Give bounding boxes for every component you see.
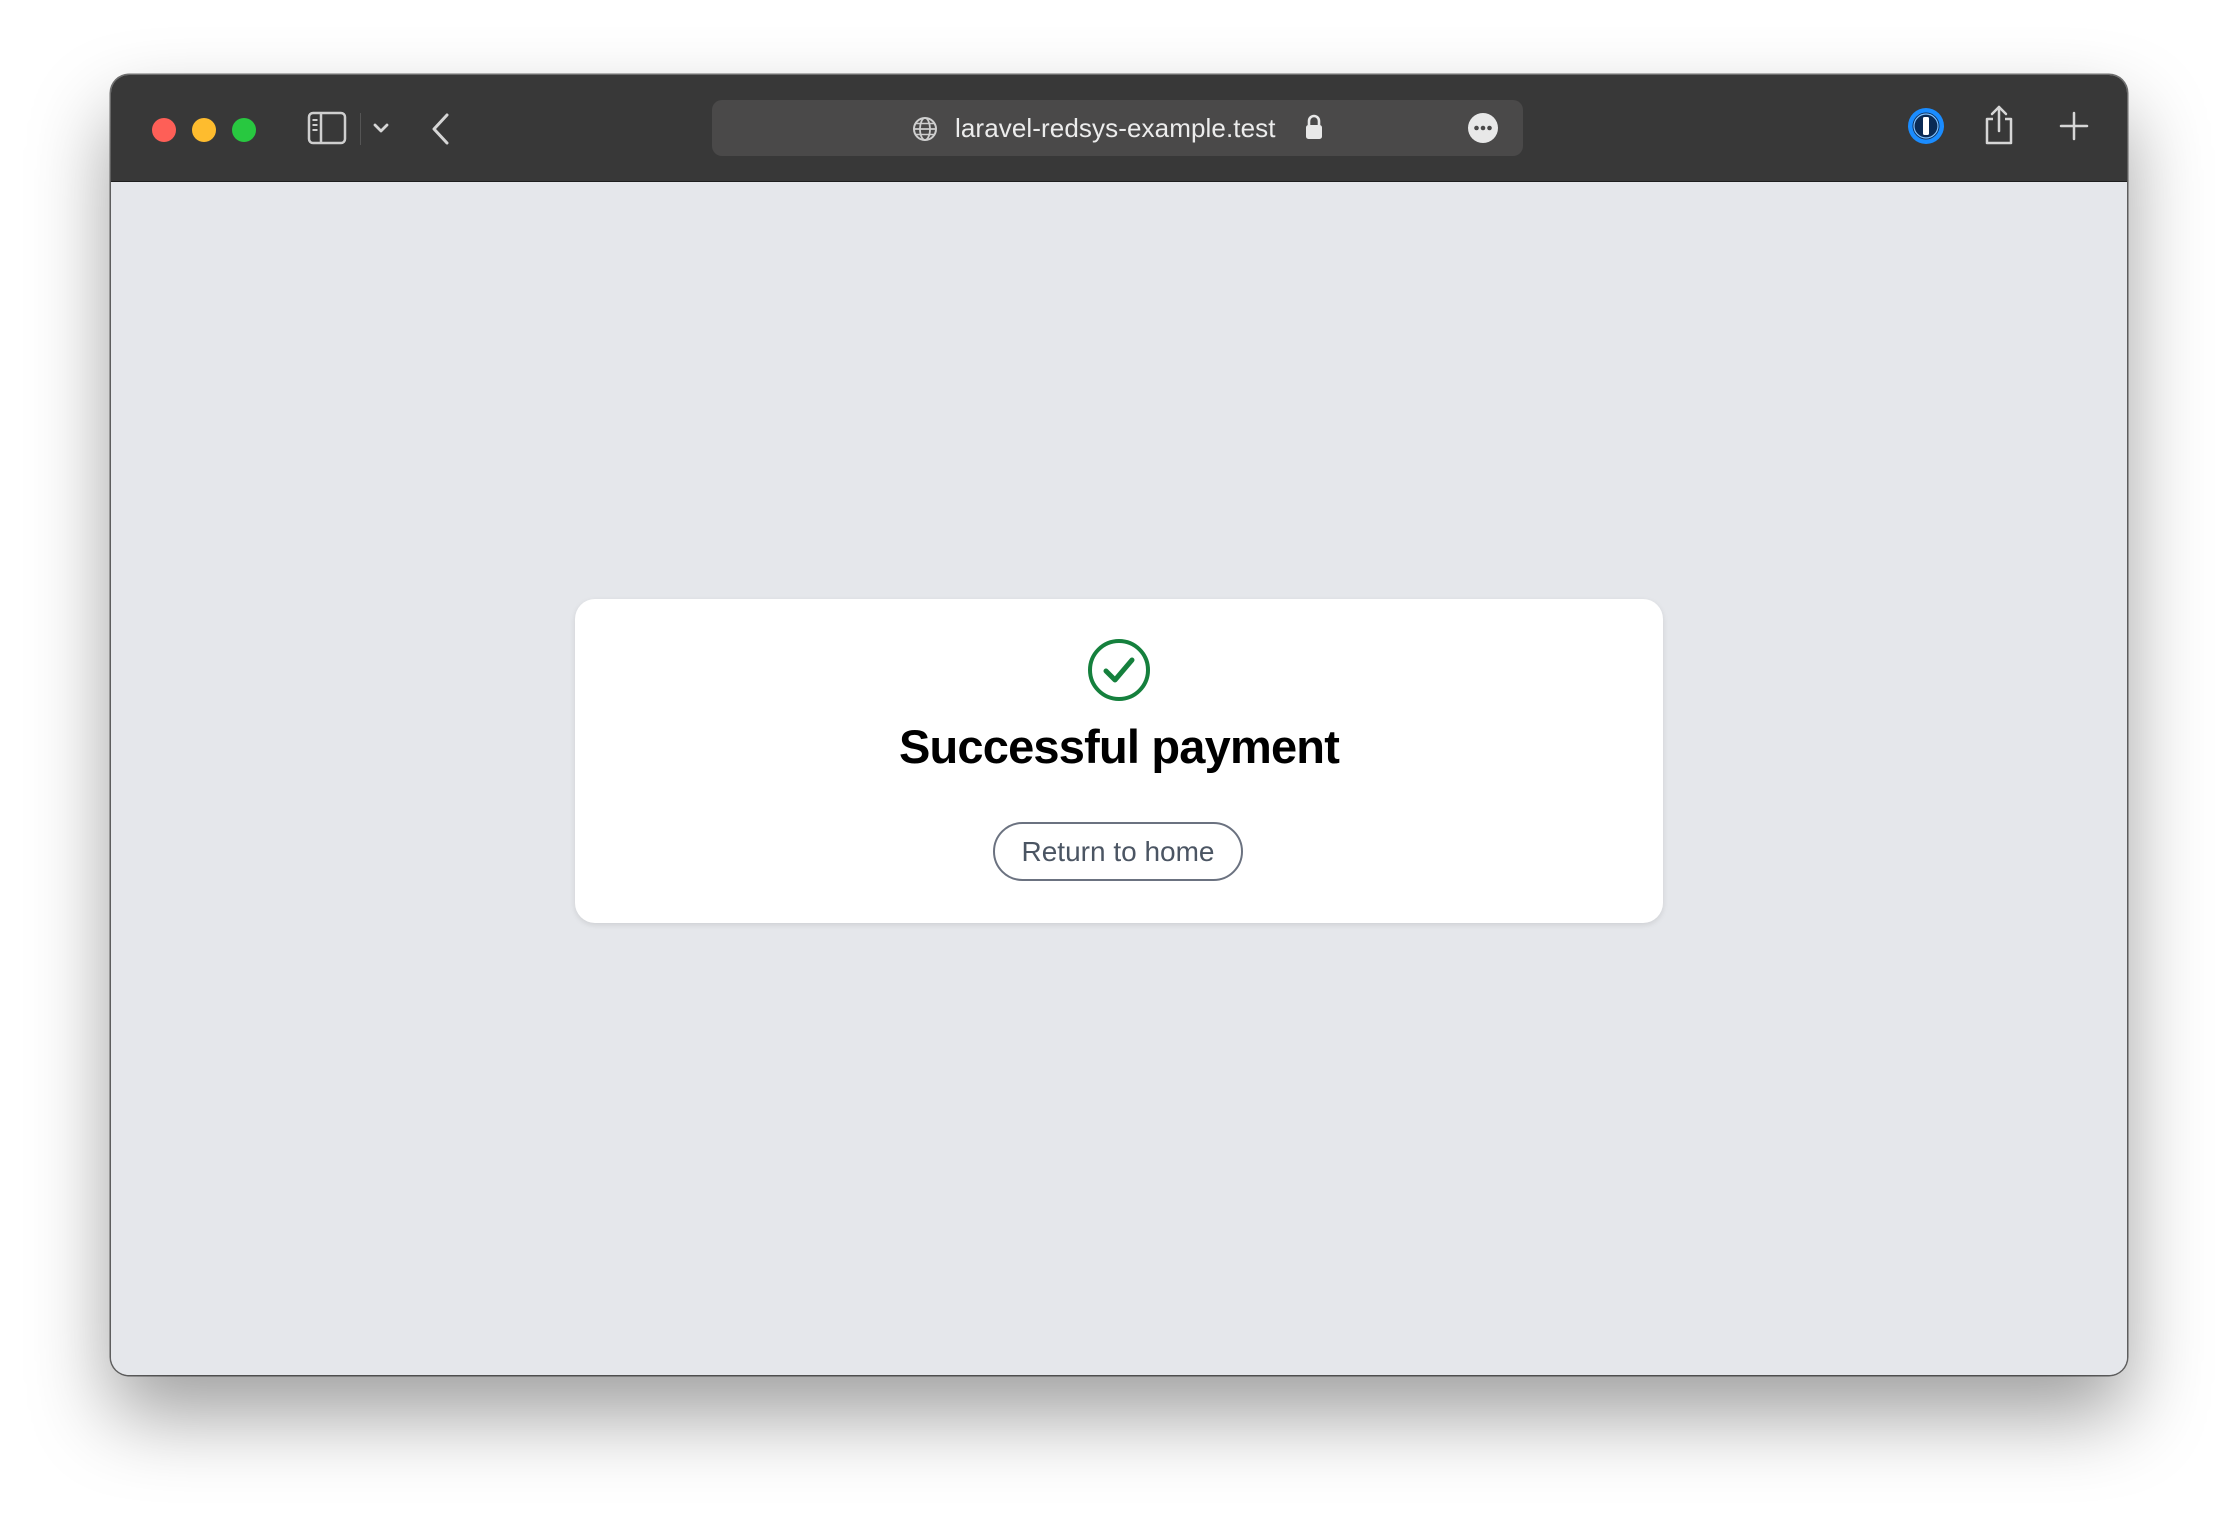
1password-icon[interactable]: [1906, 106, 1946, 146]
address-bar[interactable]: laravel-redsys-example.test: [712, 100, 1523, 156]
more-icon[interactable]: [1467, 112, 1499, 144]
back-arrow-icon[interactable]: [426, 109, 456, 149]
toolbar-separator: [360, 113, 361, 145]
return-home-button[interactable]: Return to home: [993, 822, 1243, 881]
browser-window: laravel-redsys-example.test Successful p…: [111, 75, 2127, 1375]
sidebar-icon[interactable]: [307, 111, 347, 145]
lock-icon: [1304, 113, 1324, 141]
browser-toolbar: laravel-redsys-example.test: [111, 75, 2127, 182]
maximize-window-button[interactable]: [232, 118, 256, 142]
payment-result-card: Successful payment Return to home: [575, 599, 1663, 923]
chevron-down-icon[interactable]: [368, 115, 394, 141]
close-window-button[interactable]: [152, 118, 176, 142]
page-title: Successful payment: [898, 720, 1340, 773]
minimize-window-button[interactable]: [192, 118, 216, 142]
plus-icon[interactable]: [2056, 108, 2092, 144]
check-circle-icon: [1087, 638, 1151, 702]
url-text: laravel-redsys-example.test: [955, 113, 1276, 143]
globe-icon: [911, 115, 939, 143]
share-icon[interactable]: [1981, 103, 2017, 147]
